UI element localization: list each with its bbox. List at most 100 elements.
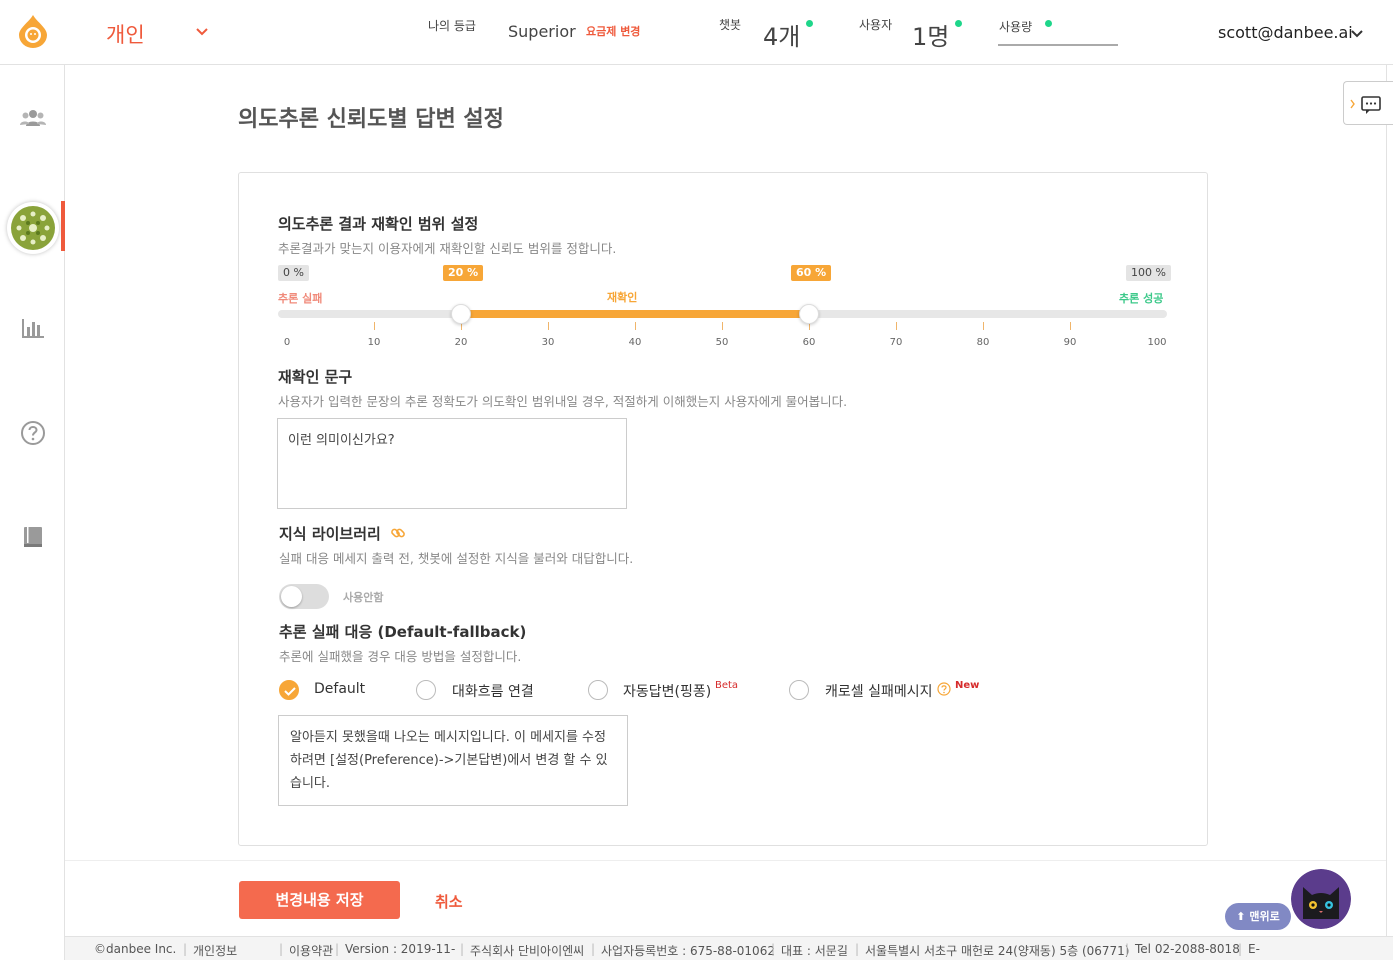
confirm-range-title: 의도추론 결과 재확인 범위 설정 (278, 215, 479, 233)
check-icon (284, 687, 296, 696)
page-title: 의도추론 신뢰도별 답변 설정 (238, 107, 504, 132)
right-panel-border (1386, 65, 1387, 960)
help-icon[interactable] (937, 682, 951, 696)
footer-company: 주식회사 단비아이엔씨 (470, 944, 585, 958)
slider-tick (722, 322, 723, 330)
footer-tel: Tel 02-2088-8018 (1135, 942, 1240, 956)
radio-carousel[interactable] (789, 680, 809, 700)
chatbot-avatar[interactable] (7, 202, 59, 254)
link-icon[interactable] (390, 525, 406, 541)
fallback-desc: 추론에 실패했을 경우 대응 방법을 설정합니다. (279, 649, 522, 664)
footer-divider: | (591, 942, 596, 956)
high-threshold-badge: 60 % (791, 265, 832, 281)
users-status-dot (955, 20, 962, 27)
radio-default[interactable] (279, 680, 299, 700)
footer-divider: | (1238, 942, 1243, 956)
knowledge-library-toggle[interactable] (279, 584, 329, 609)
scroll-to-top-button[interactable]: ⬆ 맨위로 (1225, 903, 1291, 930)
radio-auto-answer[interactable] (588, 680, 608, 700)
account-selector[interactable]: 개인 (106, 19, 145, 49)
users-count: 1명 (912, 23, 950, 51)
footer-divider: | (183, 942, 188, 956)
chatbot-status-dot (806, 20, 813, 27)
grade-label: 나의 등급 (428, 19, 476, 33)
chat-panel-toggle[interactable] (1343, 81, 1393, 125)
users-label: 사용자 (859, 18, 893, 32)
footer-address: 서울특별시 서초구 매헌로 24(양재동) 5층 (06771) (865, 944, 1130, 958)
danbee-logo[interactable] (18, 14, 48, 48)
success-zone-label: 추론 성공 (1119, 292, 1164, 305)
top-header: 개인 나의 등급 Superior 요금제 변경 챗봇 4개 사용자 1명 사용… (0, 0, 1393, 65)
usage-status-dot (1045, 20, 1052, 27)
confirm-zone-label: 재확인 (607, 291, 638, 304)
fail-zone-label: 추론 실패 (278, 292, 323, 305)
radio-default-label[interactable]: Default (314, 681, 365, 697)
slider-tick-label: 90 (1063, 337, 1077, 348)
users-icon[interactable] (20, 105, 46, 131)
radio-dialog-flow-label[interactable]: 대화흐름 연결 (452, 681, 534, 701)
slider-tick (983, 322, 984, 330)
save-button[interactable]: 변경내용 저장 (239, 881, 400, 919)
cat-icon (1291, 869, 1351, 929)
chat-bubble-icon (1350, 96, 1381, 114)
chevron-down-icon[interactable] (193, 22, 211, 40)
slider-tick-label: 100 (1147, 337, 1167, 348)
footer-privacy-link[interactable]: 개인정보 (193, 942, 237, 959)
slider-tick-label: 0 (283, 337, 291, 348)
sidebar (0, 65, 65, 960)
high-threshold-handle[interactable] (799, 304, 819, 324)
slider-tick (896, 322, 897, 330)
user-account-menu[interactable]: scott@danbee.ai (1218, 23, 1353, 42)
footer-ceo: 대표 : 서문길 (781, 944, 848, 958)
confirm-phrase-title: 재확인 문구 (278, 368, 353, 386)
plan-change-link[interactable]: 요금제 변경 (586, 23, 640, 39)
slider-tick-label: 60 (802, 337, 816, 348)
footer-divider: | (1125, 942, 1130, 956)
chatbot-label: 챗봇 (719, 18, 742, 32)
slider-tick (635, 322, 636, 330)
knowledge-library-desc: 실패 대응 메세지 출력 전, 챗봇에 설정한 지식을 불러와 대답합니다. (279, 551, 634, 566)
min-badge: 0 % (278, 265, 309, 281)
slider-tick (374, 322, 375, 330)
new-badge: New (955, 680, 980, 691)
knowledge-library-title: 지식 라이브러리 (279, 525, 381, 543)
footer-version: Version : 2019-11- (345, 942, 456, 956)
sidebar-active-indicator (61, 201, 65, 251)
footer-email: E- (1248, 942, 1260, 956)
footer-terms-link[interactable]: 이용약관 (289, 942, 333, 959)
chatbot-count: 4개 (763, 23, 801, 51)
footer-copyright: ©danbee Inc. (94, 942, 177, 956)
chevron-down-icon[interactable] (1350, 26, 1364, 40)
usage-label[interactable]: 사용량 (999, 18, 1032, 35)
chatbot-cat-avatar[interactable] (1291, 869, 1351, 929)
footer-divider: | (279, 942, 284, 956)
grade-value: Superior (508, 22, 576, 41)
slider-tick-label: 30 (541, 337, 555, 348)
usage-bar (998, 44, 1118, 46)
book-icon[interactable] (20, 524, 46, 550)
bar-chart-icon[interactable] (20, 315, 46, 341)
footer-divider: | (460, 942, 465, 956)
cancel-button[interactable]: 취소 (435, 891, 463, 912)
slider-tick (1070, 322, 1071, 330)
footer-business-number: 사업자등록번호 : 675-88-01062 (601, 944, 775, 958)
toggle-state-label: 사용안함 (343, 591, 384, 604)
radio-auto-answer-label[interactable]: 자동답변(핑퐁) (623, 681, 711, 701)
footer-divider: | (771, 942, 776, 956)
slider-tick-label: 40 (628, 337, 642, 348)
fallback-title: 추론 실패 대응 (Default-fallback) (279, 623, 527, 641)
radio-carousel-label[interactable]: 캐로셀 실패메시지 (825, 681, 933, 701)
chatbot-pattern-icon (11, 206, 55, 250)
confirm-phrase-desc: 사용자가 입력한 문장의 추론 정확도가 의도확인 범위내일 경우, 적절하게 … (278, 394, 848, 409)
low-threshold-badge: 20 % (443, 265, 484, 281)
beta-badge: Beta (715, 680, 739, 691)
confirm-phrase-textarea[interactable]: 이런 의미이신가요? (277, 418, 627, 509)
help-icon[interactable] (20, 420, 46, 446)
slider-tick-label: 10 (367, 337, 381, 348)
low-threshold-handle[interactable] (451, 304, 471, 324)
slider-tick (548, 322, 549, 330)
fallback-message-textarea[interactable]: 알아듣지 못했을때 나오는 메시지입니다. 이 메세지를 수정하려면 [설정(P… (278, 715, 628, 806)
confirm-range-desc: 추론결과가 맞는지 이용자에게 재확인할 신뢰도 범위를 정합니다. (278, 241, 617, 256)
radio-dialog-flow[interactable] (416, 680, 436, 700)
footer-divider: | (855, 942, 860, 956)
